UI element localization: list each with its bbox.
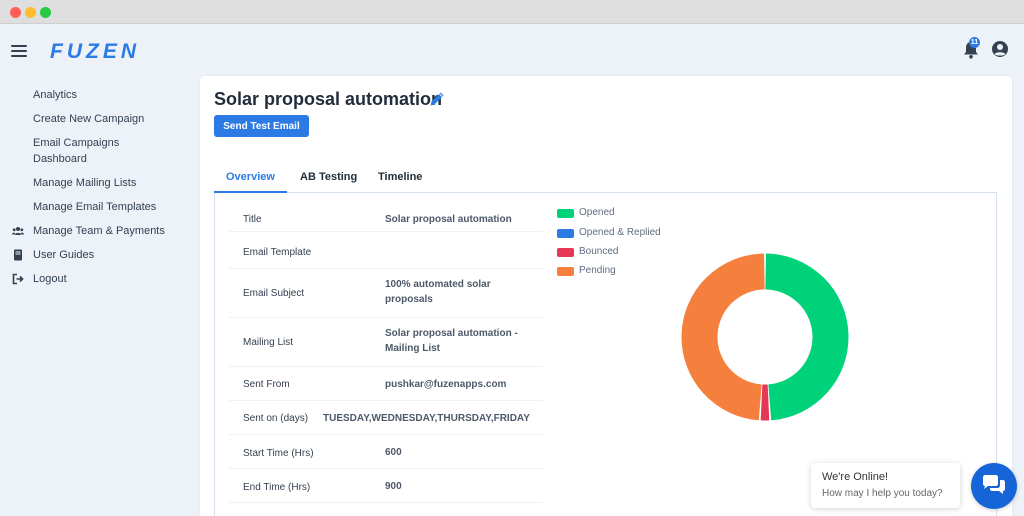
detail-row-email-template: Email Template bbox=[229, 232, 543, 269]
detail-row-mailing-list: Mailing List Solar proposal automation -… bbox=[229, 318, 543, 367]
campaign-card: Solar proposal automation Send Test Emai… bbox=[200, 76, 1012, 516]
chat-title: We're Online! bbox=[822, 471, 889, 483]
detail-label: Sent From bbox=[243, 379, 290, 390]
app-logo[interactable]: FUZEN bbox=[50, 40, 140, 64]
donut-slice-opened[interactable] bbox=[765, 253, 849, 421]
window-maximize-button[interactable] bbox=[40, 7, 51, 18]
users-icon bbox=[12, 227, 24, 235]
window-close-button[interactable] bbox=[10, 7, 21, 18]
window-minimize-button[interactable] bbox=[25, 7, 36, 18]
detail-value: pushkar@fuzenapps.com bbox=[385, 379, 507, 390]
chat-subtitle: How may I help you today? bbox=[822, 488, 943, 499]
legend-label: Opened & Replied bbox=[579, 227, 661, 238]
detail-row-start-time: Start Time (Hrs) 600 bbox=[229, 435, 543, 469]
sidebar-item-manage-email-templates[interactable]: Manage Email Templates bbox=[33, 199, 173, 215]
sidebar-item-logout[interactable]: Logout bbox=[33, 271, 173, 287]
detail-value: Solar proposal automation bbox=[385, 214, 512, 225]
detail-label: Email Template bbox=[243, 247, 312, 258]
tab-ab-testing[interactable]: AB Testing bbox=[300, 171, 357, 183]
detail-row-sent-on-days: Sent on (days) TUESDAY,WEDNESDAY,THURSDA… bbox=[229, 401, 543, 435]
legend-label: Bounced bbox=[579, 246, 619, 257]
sidebar-item-create-new-campaign[interactable]: Create New Campaign bbox=[33, 111, 173, 127]
detail-row-title: Title Solar proposal automation bbox=[229, 193, 543, 232]
detail-value: Solar proposal automation - Mailing List bbox=[385, 328, 518, 354]
legend-item-opened-replied[interactable]: Opened & Replied bbox=[557, 227, 757, 241]
sidebar-item-analytics[interactable]: Analytics bbox=[33, 87, 173, 103]
legend-label: Opened bbox=[579, 207, 615, 218]
donut-chart bbox=[681, 253, 849, 421]
tab-overview[interactable]: Overview bbox=[226, 171, 275, 183]
send-test-email-button[interactable]: Send Test Email bbox=[214, 115, 309, 137]
detail-row-end-time: End Time (Hrs) 900 bbox=[229, 469, 543, 503]
legend-swatch bbox=[557, 248, 574, 257]
chat-icon bbox=[983, 475, 1005, 494]
detail-value: TUESDAY,WEDNESDAY,THURSDAY,FRIDAY bbox=[323, 413, 530, 424]
legend-swatch bbox=[557, 229, 574, 238]
edit-pencil-icon[interactable] bbox=[428, 90, 446, 108]
detail-label: Sent on (days) bbox=[243, 413, 309, 424]
sidebar-item-manage-team-payments[interactable]: Manage Team & Payments bbox=[33, 223, 173, 239]
legend-item-opened[interactable]: Opened bbox=[557, 207, 757, 221]
detail-label: Mailing List bbox=[243, 337, 294, 348]
book-icon bbox=[14, 249, 22, 261]
legend-label: Pending bbox=[579, 265, 616, 276]
detail-label: Title bbox=[243, 214, 262, 225]
tab-timeline[interactable]: Timeline bbox=[378, 171, 422, 183]
detail-value: 100% automated solar proposals bbox=[385, 279, 491, 305]
hamburger-menu-icon[interactable] bbox=[11, 45, 27, 57]
detail-value: 900 bbox=[385, 481, 402, 492]
chat-bubble[interactable]: We're Online! How may I help you today? bbox=[811, 463, 960, 508]
sidebar-item-email-campaigns-dashboard[interactable]: Email Campaigns Dashboard bbox=[33, 135, 133, 167]
legend-swatch bbox=[557, 267, 574, 276]
sidebar-item-user-guides[interactable]: User Guides bbox=[33, 247, 173, 263]
donut-slice-bounced[interactable] bbox=[760, 384, 770, 421]
chat-launcher-button[interactable] bbox=[971, 463, 1017, 509]
tab-bar: Overview AB Testing Timeline bbox=[214, 168, 997, 193]
user-account-icon[interactable] bbox=[991, 40, 1009, 58]
detail-row-email-subject: Email Subject 100% automated solar propo… bbox=[229, 269, 543, 318]
detail-label: Email Subject bbox=[243, 288, 305, 299]
sidebar-item-manage-mailing-lists[interactable]: Manage Mailing Lists bbox=[33, 175, 173, 191]
window-titlebar bbox=[0, 0, 1024, 24]
detail-label: End Time (Hrs) bbox=[243, 482, 311, 493]
detail-value: 600 bbox=[385, 447, 402, 458]
donut-slice-pending[interactable] bbox=[681, 253, 765, 421]
detail-label: Start Time (Hrs) bbox=[243, 448, 314, 459]
detail-row-sent-from: Sent From pushkar@fuzenapps.com bbox=[229, 367, 543, 401]
page-title: Solar proposal automation bbox=[214, 89, 443, 109]
notification-badge: 11 bbox=[969, 37, 980, 48]
logout-icon bbox=[12, 273, 24, 285]
legend-swatch bbox=[557, 209, 574, 218]
